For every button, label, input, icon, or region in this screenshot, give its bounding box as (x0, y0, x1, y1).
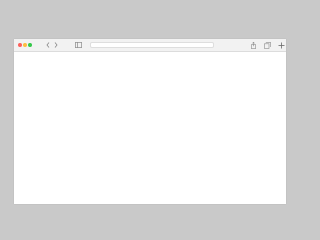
chevron-left-icon (46, 42, 50, 48)
sidebar-icon (74, 42, 82, 48)
share-button[interactable] (250, 41, 256, 49)
browser-toolbar (14, 39, 286, 58)
maximize-window-button[interactable] (28, 43, 32, 47)
back-button[interactable] (45, 41, 51, 49)
minimize-window-button[interactable] (23, 43, 27, 47)
tabs-overview-button[interactable] (263, 41, 271, 49)
forward-button[interactable] (53, 41, 59, 49)
chevron-right-icon (54, 42, 58, 48)
share-icon (250, 41, 256, 49)
plus-icon (278, 42, 285, 48)
address-bar[interactable] (90, 42, 214, 58)
browser-window (14, 39, 286, 204)
sidebar-button[interactable] (74, 41, 82, 49)
page-content[interactable] (14, 52, 286, 204)
desktop (0, 0, 300, 240)
tabs-overview-icon (263, 41, 271, 49)
new-tab-button[interactable] (277, 41, 286, 49)
close-window-button[interactable] (18, 43, 22, 47)
